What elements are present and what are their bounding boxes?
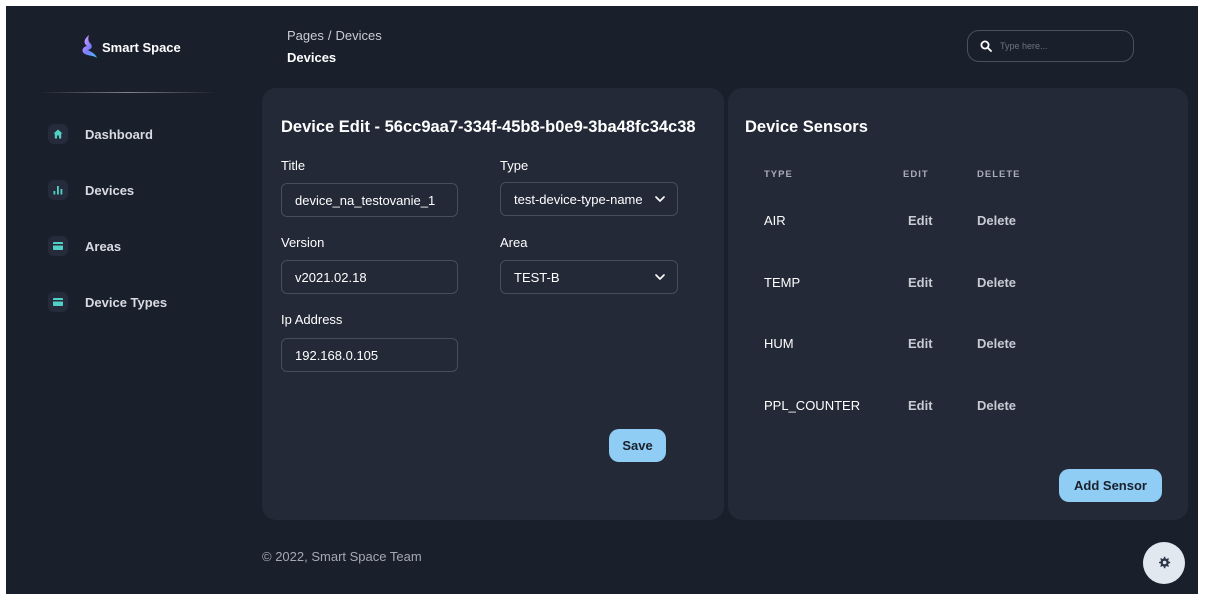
area-label: Area bbox=[500, 235, 528, 250]
edit-sensor-link[interactable]: Edit bbox=[908, 336, 933, 351]
sidebar: Smart Space Dashboard Devices Areas Devi… bbox=[6, 6, 240, 594]
ip-address-input[interactable] bbox=[295, 347, 457, 363]
edit-sensor-link[interactable]: Edit bbox=[908, 398, 933, 413]
app-window: Smart Space Dashboard Devices Areas Devi… bbox=[6, 6, 1198, 594]
search-icon bbox=[980, 40, 992, 52]
sidebar-item-label: Devices bbox=[85, 182, 135, 198]
version-label: Version bbox=[281, 235, 325, 250]
sensor-type: AIR bbox=[764, 213, 786, 228]
settings-button[interactable] bbox=[1143, 542, 1185, 584]
delete-sensor-link[interactable]: Delete bbox=[977, 275, 1016, 290]
device-sensors-title: Device Sensors bbox=[745, 118, 868, 136]
card-icon bbox=[48, 236, 68, 256]
sidebar-item-dashboard[interactable]: Dashboard bbox=[48, 114, 167, 154]
brand-name: Smart Space bbox=[102, 39, 181, 55]
version-field[interactable] bbox=[281, 260, 458, 294]
delete-sensor-link[interactable]: Delete bbox=[977, 336, 1016, 351]
sidebar-item-areas[interactable]: Areas bbox=[48, 226, 167, 266]
sidebar-item-devices[interactable]: Devices bbox=[48, 170, 167, 210]
chevron-down-icon bbox=[655, 274, 665, 280]
ip-address-field[interactable] bbox=[281, 338, 458, 372]
type-select[interactable]: test-device-type-name bbox=[500, 182, 678, 216]
device-sensors-card: Device Sensors TYPE EDIT DELETE AIR Edit… bbox=[728, 88, 1188, 520]
bar-chart-icon bbox=[48, 180, 68, 200]
sensor-type: TEMP bbox=[764, 275, 801, 290]
ip-address-label: Ip Address bbox=[281, 312, 343, 327]
sidebar-item-label: Device Types bbox=[85, 294, 168, 310]
home-icon bbox=[48, 124, 68, 144]
breadcrumb: Pages / Devices bbox=[287, 28, 382, 43]
breadcrumb-current: Devices bbox=[335, 28, 382, 43]
type-select-value: test-device-type-name bbox=[514, 191, 643, 207]
version-input[interactable] bbox=[295, 269, 457, 285]
sidebar-item-label: Dashboard bbox=[85, 126, 153, 142]
brand[interactable]: Smart Space bbox=[80, 34, 181, 60]
device-edit-title: Device Edit - 56cc9aa7-334f-45b8-b0e9-3b… bbox=[281, 118, 696, 136]
sidebar-item-device-types[interactable]: Device Types bbox=[48, 282, 167, 322]
column-header-edit: EDIT bbox=[903, 169, 929, 180]
title-input[interactable] bbox=[295, 192, 457, 208]
footer-copyright: © 2022, Smart Space Team bbox=[262, 549, 422, 564]
sensor-type: PPL_COUNTER bbox=[764, 398, 861, 413]
search-box[interactable] bbox=[967, 30, 1134, 62]
chevron-down-icon bbox=[655, 196, 665, 202]
title-field[interactable] bbox=[281, 183, 458, 217]
breadcrumb-separator: / bbox=[327, 28, 332, 43]
gear-icon bbox=[1159, 556, 1171, 569]
sensor-type: HUM bbox=[764, 336, 794, 351]
sidebar-item-label: Areas bbox=[85, 238, 122, 254]
search-input[interactable] bbox=[1000, 41, 1120, 51]
delete-sensor-link[interactable]: Delete bbox=[977, 398, 1016, 413]
type-label: Type bbox=[500, 158, 529, 173]
title-label: Title bbox=[281, 158, 306, 173]
sidebar-divider bbox=[40, 92, 216, 93]
area-select[interactable]: TEST-B bbox=[500, 260, 678, 294]
page-title: Devices bbox=[287, 50, 337, 65]
save-button[interactable]: Save bbox=[609, 429, 666, 462]
brand-logo-icon bbox=[82, 35, 97, 58]
device-edit-card: Device Edit - 56cc9aa7-334f-45b8-b0e9-3b… bbox=[262, 88, 724, 520]
edit-sensor-link[interactable]: Edit bbox=[908, 213, 933, 228]
card-icon bbox=[48, 292, 68, 312]
breadcrumb-root[interactable]: Pages bbox=[287, 28, 324, 43]
column-header-type: TYPE bbox=[764, 169, 793, 180]
add-sensor-button[interactable]: Add Sensor bbox=[1059, 469, 1162, 502]
area-select-value: TEST-B bbox=[514, 269, 560, 285]
edit-sensor-link[interactable]: Edit bbox=[908, 275, 933, 290]
column-header-delete: DELETE bbox=[977, 169, 1021, 180]
sidebar-nav: Dashboard Devices Areas Device Types bbox=[48, 114, 167, 338]
delete-sensor-link[interactable]: Delete bbox=[977, 213, 1016, 228]
